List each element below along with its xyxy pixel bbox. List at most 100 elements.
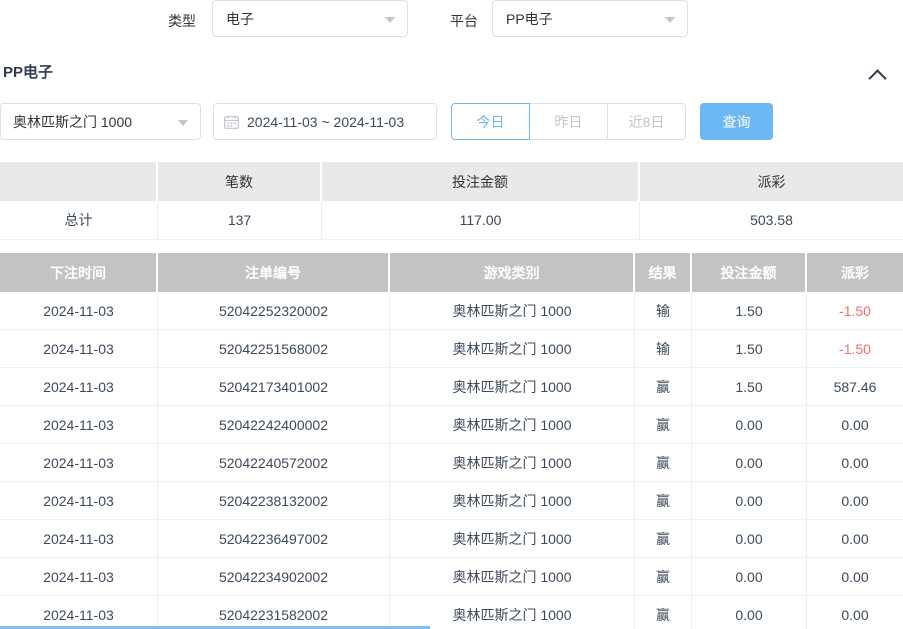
section-title: PP电子	[3, 61, 53, 82]
platform-select-value: PP电子	[506, 9, 553, 29]
cell-payout: 0.00	[807, 520, 903, 558]
summary-header-bet-amount: 投注金额	[322, 162, 640, 201]
toolbar: 奥林匹斯之门 1000 2024-11-03 ~ 2024-11-03 今日 昨…	[0, 103, 903, 140]
table-row: 2024-11-0352042173401002奥林匹斯之门 1000赢1.50…	[0, 368, 903, 406]
chevron-down-icon	[665, 17, 675, 23]
type-select[interactable]: 电子	[212, 0, 408, 37]
cell-result: 输	[635, 292, 692, 330]
table-row: 2024-11-0352042238132002奥林匹斯之门 1000赢0.00…	[0, 482, 903, 520]
cell-bet-time: 2024-11-03	[0, 520, 158, 558]
table-row: 2024-11-0352042231582002奥林匹斯之门 1000赢0.00…	[0, 596, 903, 629]
search-button[interactable]: 查询	[700, 103, 773, 140]
cell-bet-id: 52042240572002	[158, 444, 390, 482]
cell-result: 赢	[635, 482, 692, 520]
summary-total-bet-amount: 117.00	[322, 201, 640, 240]
header-payout: 派彩	[807, 253, 903, 292]
summary-header-row: 笔数 投注金额 派彩	[0, 162, 903, 201]
chevron-down-icon	[178, 120, 188, 126]
table-row: 2024-11-0352042242400002奥林匹斯之门 1000赢0.00…	[0, 406, 903, 444]
game-select[interactable]: 奥林匹斯之门 1000	[0, 103, 201, 140]
table-row: 2024-11-0352042240572002奥林匹斯之门 1000赢0.00…	[0, 444, 903, 482]
cell-bet-time: 2024-11-03	[0, 406, 158, 444]
cell-bet-id: 52042242400002	[158, 406, 390, 444]
cell-game-category: 奥林匹斯之门 1000	[390, 520, 635, 558]
type-label: 类型	[168, 11, 196, 31]
cell-game-category: 奥林匹斯之门 1000	[390, 406, 635, 444]
cell-result: 赢	[635, 406, 692, 444]
cell-bet-id: 52042236497002	[158, 520, 390, 558]
date-range-value: 2024-11-03 ~ 2024-11-03	[247, 114, 404, 130]
cell-bet-time: 2024-11-03	[0, 558, 158, 596]
cell-result: 输	[635, 330, 692, 368]
cell-payout: -1.50	[807, 330, 903, 368]
cell-game-category: 奥林匹斯之门 1000	[390, 482, 635, 520]
cell-game-category: 奥林匹斯之门 1000	[390, 444, 635, 482]
cell-game-category: 奥林匹斯之门 1000	[390, 368, 635, 406]
game-select-value: 奥林匹斯之门 1000	[13, 112, 132, 132]
cell-payout: 0.00	[807, 596, 903, 629]
cell-bet-time: 2024-11-03	[0, 444, 158, 482]
cell-bet-id: 52042231582002	[158, 596, 390, 629]
platform-select[interactable]: PP电子	[492, 0, 688, 37]
summary-header-count: 笔数	[158, 162, 322, 201]
cell-game-category: 奥林匹斯之门 1000	[390, 330, 635, 368]
cell-bet-amount: 0.00	[692, 482, 807, 520]
cell-result: 赢	[635, 596, 692, 629]
cell-bet-time: 2024-11-03	[0, 596, 158, 629]
cell-bet-amount: 0.00	[692, 444, 807, 482]
cell-result: 赢	[635, 368, 692, 406]
platform-label: 平台	[450, 11, 478, 31]
bet-table-header-row: 下注时间 注单编号 游戏类别 结果 投注金额 派彩	[0, 253, 903, 292]
cell-bet-time: 2024-11-03	[0, 482, 158, 520]
summary-total-payout: 503.58	[640, 201, 903, 240]
cell-result: 赢	[635, 558, 692, 596]
table-row: 2024-11-0352042252320002奥林匹斯之门 1000输1.50…	[0, 292, 903, 330]
last8days-button[interactable]: 近8日	[607, 103, 686, 140]
header-game-category: 游戏类别	[390, 253, 635, 292]
bet-table-body: 2024-11-0352042252320002奥林匹斯之门 1000输1.50…	[0, 292, 903, 629]
cell-payout: 0.00	[807, 482, 903, 520]
chevron-down-icon	[385, 17, 395, 23]
summary-total-count: 137	[158, 201, 322, 240]
cell-bet-amount: 0.00	[692, 558, 807, 596]
cell-game-category: 奥林匹斯之门 1000	[390, 596, 635, 629]
summary-total-label: 总计	[0, 201, 158, 240]
cell-bet-amount: 1.50	[692, 330, 807, 368]
page: 类型 电子 平台 PP电子 PP电子 奥林匹斯之门 1000	[0, 0, 903, 629]
cell-bet-amount: 0.00	[692, 406, 807, 444]
header-result: 结果	[635, 253, 692, 292]
header-bet-amount: 投注金额	[692, 253, 807, 292]
cell-bet-amount: 0.00	[692, 520, 807, 558]
cell-payout: -1.50	[807, 292, 903, 330]
header-bet-time: 下注时间	[0, 253, 158, 292]
cell-result: 赢	[635, 444, 692, 482]
cell-bet-id: 52042173401002	[158, 368, 390, 406]
cell-payout: 0.00	[807, 558, 903, 596]
type-select-value: 电子	[226, 9, 254, 29]
header-bet-id: 注单编号	[158, 253, 390, 292]
cell-bet-time: 2024-11-03	[0, 292, 158, 330]
table-row: 2024-11-0352042234902002奥林匹斯之门 1000赢0.00…	[0, 558, 903, 596]
collapse-chevron-up-icon[interactable]	[871, 70, 884, 83]
cell-payout: 0.00	[807, 444, 903, 482]
summary-header-empty	[0, 162, 158, 201]
calendar-icon	[224, 115, 239, 129]
table-row: 2024-11-0352042236497002奥林匹斯之门 1000赢0.00…	[0, 520, 903, 558]
date-range-input[interactable]: 2024-11-03 ~ 2024-11-03	[213, 103, 437, 140]
cell-bet-time: 2024-11-03	[0, 330, 158, 368]
cell-payout: 587.46	[807, 368, 903, 406]
bet-records-table: 下注时间 注单编号 游戏类别 结果 投注金额 派彩 2024-11-035204…	[0, 253, 903, 629]
cell-bet-amount: 1.50	[692, 292, 807, 330]
cell-bet-amount: 0.00	[692, 596, 807, 629]
cell-bet-amount: 1.50	[692, 368, 807, 406]
table-row: 2024-11-0352042251568002奥林匹斯之门 1000输1.50…	[0, 330, 903, 368]
cell-bet-id: 52042238132002	[158, 482, 390, 520]
summary-header-payout: 派彩	[640, 162, 903, 201]
cell-bet-id: 52042234902002	[158, 558, 390, 596]
today-button[interactable]: 今日	[451, 103, 530, 140]
yesterday-button[interactable]: 昨日	[529, 103, 608, 140]
cell-game-category: 奥林匹斯之门 1000	[390, 558, 635, 596]
cell-bet-time: 2024-11-03	[0, 368, 158, 406]
cell-bet-id: 52042251568002	[158, 330, 390, 368]
cell-result: 赢	[635, 520, 692, 558]
